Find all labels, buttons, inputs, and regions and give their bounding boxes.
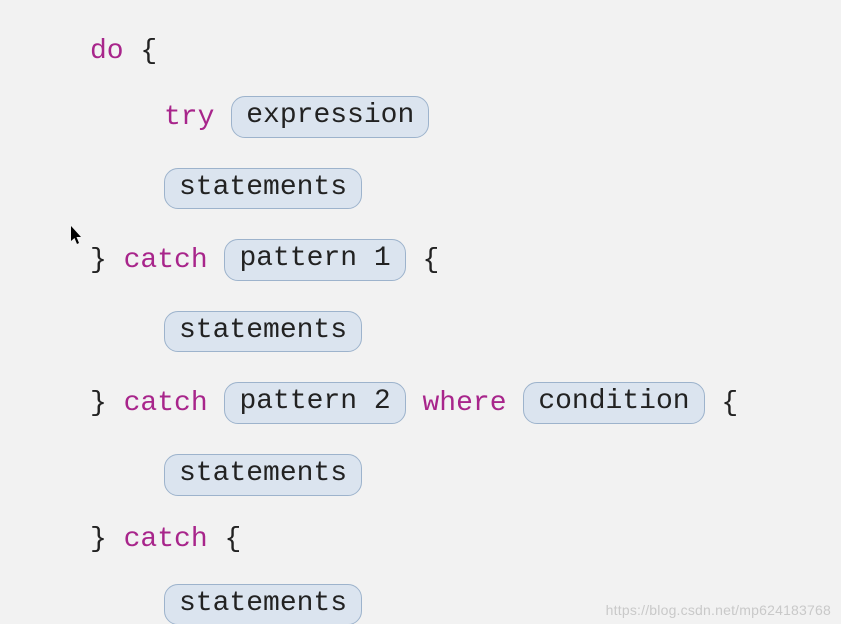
- brace-open: {: [721, 389, 738, 420]
- keyword-do: do: [90, 36, 124, 67]
- keyword-try: try: [164, 102, 214, 133]
- keyword-catch: catch: [124, 389, 208, 420]
- token-pattern1[interactable]: pattern 1: [224, 239, 405, 281]
- keyword-catch: catch: [124, 524, 208, 555]
- code-line: } catch pattern 2 where condition {: [90, 382, 841, 424]
- token-statements[interactable]: statements: [164, 311, 362, 353]
- brace-open: {: [423, 245, 440, 276]
- code-line: } catch {: [90, 526, 841, 554]
- code-line: statements: [90, 454, 841, 496]
- token-statements[interactable]: statements: [164, 168, 362, 210]
- token-statements[interactable]: statements: [164, 454, 362, 496]
- watermark-text: https://blog.csdn.net/mp624183768: [606, 602, 831, 618]
- code-block: do { try expression statements } catch p…: [0, 0, 841, 624]
- code-line: statements: [90, 311, 841, 353]
- code-line: try expression: [90, 96, 841, 138]
- code-line: statements: [90, 168, 841, 210]
- brace-open: {: [224, 524, 241, 555]
- code-line: do {: [90, 38, 841, 66]
- brace-close: }: [90, 389, 107, 420]
- token-statements[interactable]: statements: [164, 584, 362, 624]
- keyword-catch: catch: [124, 245, 208, 276]
- brace-close: }: [90, 524, 107, 555]
- token-pattern2[interactable]: pattern 2: [224, 382, 405, 424]
- brace-open: {: [140, 36, 157, 67]
- code-line: } catch pattern 1 {: [90, 239, 841, 281]
- token-expression[interactable]: expression: [231, 96, 429, 138]
- keyword-where: where: [423, 389, 507, 420]
- token-condition[interactable]: condition: [523, 382, 704, 424]
- brace-close: }: [90, 245, 107, 276]
- brace-open: [124, 36, 141, 67]
